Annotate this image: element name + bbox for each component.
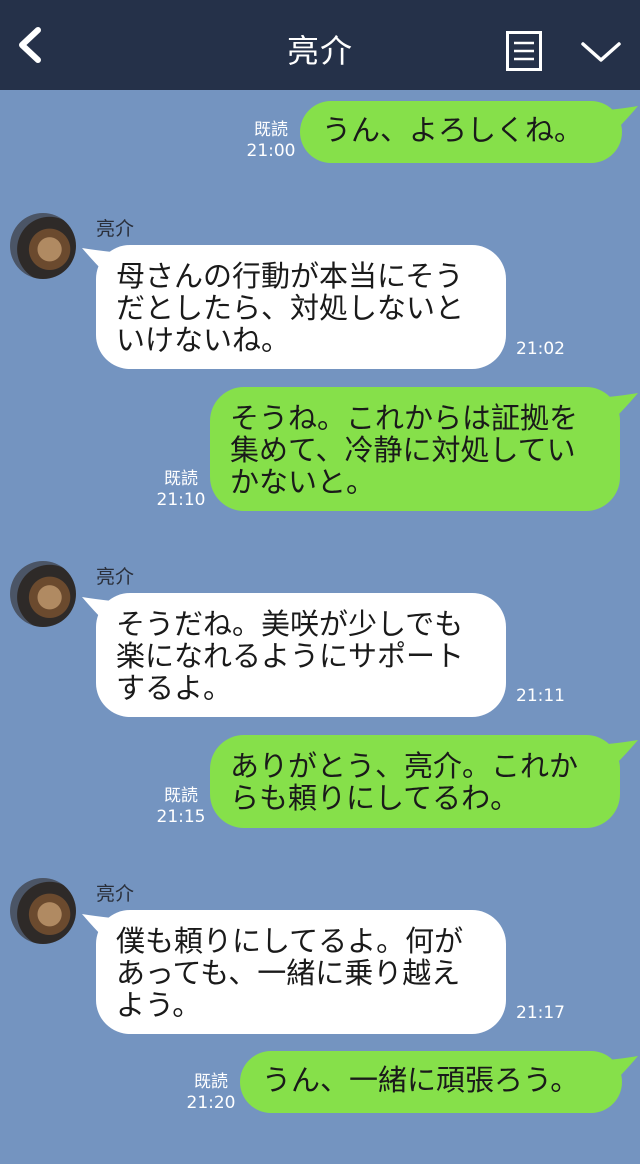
chat-header: 亮介	[0, 0, 640, 90]
read-receipt: 既読	[164, 469, 198, 489]
avatar[interactable]	[10, 561, 76, 627]
chat-title: 亮介	[286, 32, 353, 70]
message-time: 21:20	[186, 1093, 236, 1113]
message-bubble[interactable]: うん、よろしくね。	[300, 101, 622, 163]
read-receipt: 既読	[164, 786, 198, 806]
message-bubble[interactable]: そうだね。美咲が少しでも 楽になれるようにサポート するよ。	[96, 593, 506, 717]
message-status: 既読 21:20	[186, 1072, 236, 1114]
message-time: 21:17	[516, 1003, 565, 1023]
message-status: 既読 21:15	[156, 786, 206, 828]
message-time: 21:02	[516, 339, 565, 359]
message-time: 21:00	[246, 141, 296, 161]
notes-menu-icon[interactable]	[506, 31, 542, 71]
message-bubble[interactable]: そうね。これからは証拠を 集めて、冷静に対処してい かないと。	[210, 387, 620, 511]
message-time: 21:15	[156, 807, 206, 827]
sender-name: 亮介	[96, 566, 135, 588]
message-bubble[interactable]: 僕も頼りにしてるよ。何が あっても、一緒に乗り越え よう。	[96, 910, 506, 1034]
message-status: 既読 21:00	[246, 120, 296, 162]
read-receipt: 既読	[194, 1072, 228, 1092]
message-time: 21:11	[516, 686, 565, 706]
read-receipt: 既読	[254, 120, 288, 140]
message-bubble[interactable]: ありがとう、亮介。これか らも頼りにしてるわ。	[210, 735, 620, 828]
sender-name: 亮介	[96, 883, 135, 905]
message-time: 21:10	[156, 490, 206, 510]
sender-name: 亮介	[96, 218, 135, 240]
avatar[interactable]	[10, 878, 76, 944]
message-bubble[interactable]: うん、一緒に頑張ろう。	[240, 1051, 622, 1113]
message-status: 既読 21:10	[156, 469, 206, 511]
avatar[interactable]	[10, 213, 76, 279]
message-bubble[interactable]: 母さんの行動が本当にそう だとしたら、対処しないと いけないね。	[96, 245, 506, 369]
chevron-down-icon[interactable]	[580, 38, 622, 66]
